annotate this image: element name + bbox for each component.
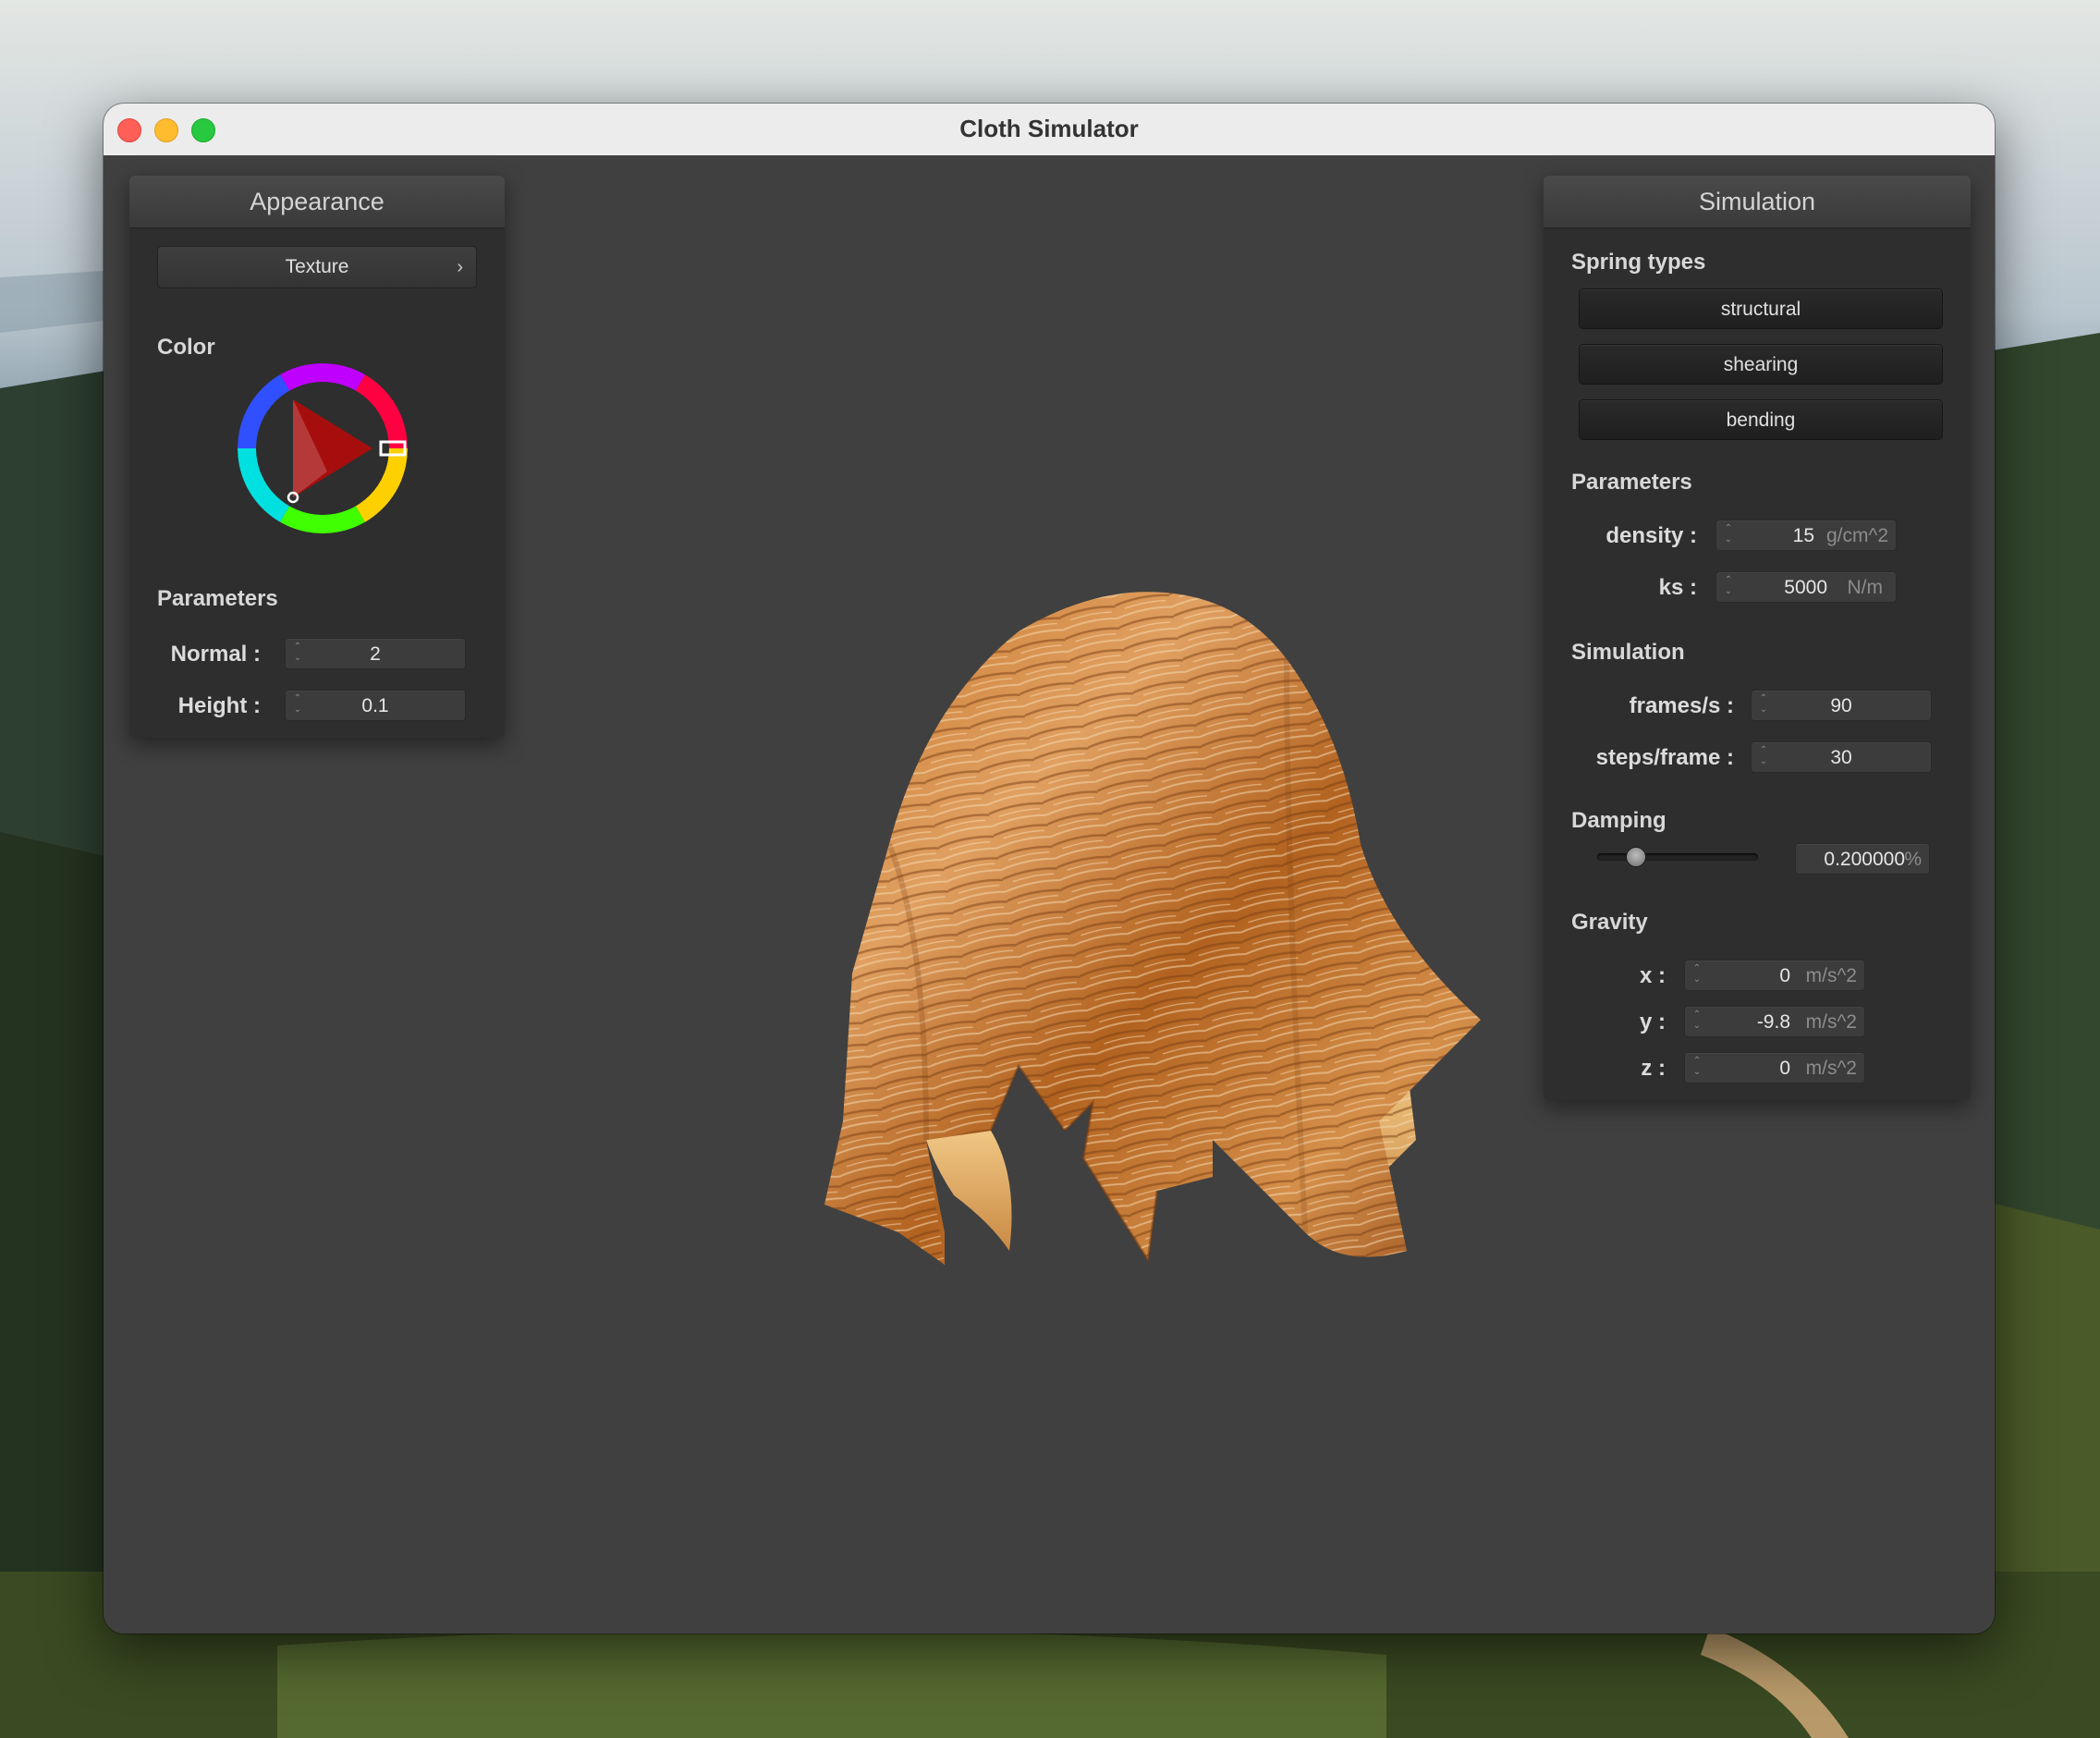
damping-slider-track (1597, 853, 1758, 861)
color-wheel-picker[interactable] (235, 361, 410, 536)
frames-per-second-input[interactable]: ⌃ ⌄ 90 (1751, 690, 1932, 721)
spring-types-label: Spring types (1571, 250, 1706, 275)
gravity-y-input[interactable]: ⌃ ⌄ -9.8 m/s^2 (1684, 1006, 1865, 1037)
gravity-z-label: z : (1641, 1056, 1666, 1081)
steps-per-frame-label: steps/frame : (1595, 745, 1734, 770)
frames-per-second-label: frames/s : (1629, 693, 1734, 718)
bending-spring-button[interactable]: bending (1579, 399, 1943, 440)
appearance-parameters-label: Parameters (157, 586, 278, 611)
gravity-x-input[interactable]: ⌃ ⌄ 0 m/s^2 (1684, 960, 1865, 991)
shearing-spring-button[interactable]: shearing (1579, 344, 1943, 385)
damping-slider-thumb[interactable] (1625, 847, 1646, 867)
gravity-label: Gravity (1571, 910, 1648, 935)
3d-viewport[interactable]: Appearance Texture › Color Parameters No… (104, 155, 1995, 1634)
gravity-x-label: x : (1639, 963, 1666, 988)
simulation-section-label: Simulation (1571, 640, 1685, 665)
density-label: density : (1606, 523, 1697, 548)
height-label: Height : (177, 693, 261, 718)
normal-label: Normal : (170, 642, 261, 667)
gravity-z-input[interactable]: ⌃ ⌄ 0 m/s^2 (1684, 1052, 1865, 1083)
texture-dropdown-label: Texture (285, 256, 349, 277)
ks-label: ks : (1658, 575, 1697, 600)
gravity-y-label: y : (1639, 1010, 1666, 1034)
damping-slider[interactable] (1597, 845, 1758, 869)
chevron-right-icon: › (457, 257, 463, 277)
title-bar[interactable]: Cloth Simulator (104, 104, 1995, 156)
density-input[interactable]: ⌃ ⌄ 15 g/cm^2 (1715, 520, 1897, 551)
structural-spring-button[interactable]: structural (1579, 288, 1943, 329)
appearance-panel: Appearance Texture › Color Parameters No… (129, 176, 505, 738)
height-input[interactable]: ⌃ ⌄ 0.1 (285, 690, 466, 721)
simulation-parameters-label: Parameters (1571, 470, 1692, 495)
stepper-icon[interactable]: ⌃ ⌄ (1691, 1056, 1703, 1080)
texture-dropdown-button[interactable]: Texture › (157, 246, 477, 288)
normal-input[interactable]: ⌃ ⌄ 2 (285, 638, 466, 669)
ks-input[interactable]: ⌃ ⌄ 5000 N/m (1715, 571, 1897, 603)
cloth-mesh-render (824, 592, 1481, 1265)
damping-input[interactable]: 0.200000 % (1795, 843, 1930, 875)
simulation-panel-title[interactable]: Simulation (1544, 176, 1971, 228)
steps-per-frame-input[interactable]: ⌃ ⌄ 30 (1751, 741, 1932, 773)
stepper-icon[interactable]: ⌃ ⌄ (1722, 523, 1735, 547)
simulation-panel: Simulation Spring types structural shear… (1544, 176, 1971, 1100)
window-title: Cloth Simulator (959, 115, 1139, 142)
app-window: Cloth Simulator Appearance Texture › Col… (104, 104, 1995, 1634)
appearance-panel-title[interactable]: Appearance (129, 176, 505, 228)
color-section-label: Color (157, 335, 215, 360)
stepper-icon[interactable]: ⌃ ⌄ (1691, 963, 1703, 987)
stepper-icon[interactable]: ⌃ ⌄ (1722, 575, 1735, 599)
stepper-icon[interactable]: ⌃ ⌄ (1691, 1010, 1703, 1034)
damping-label: Damping (1571, 808, 1667, 833)
